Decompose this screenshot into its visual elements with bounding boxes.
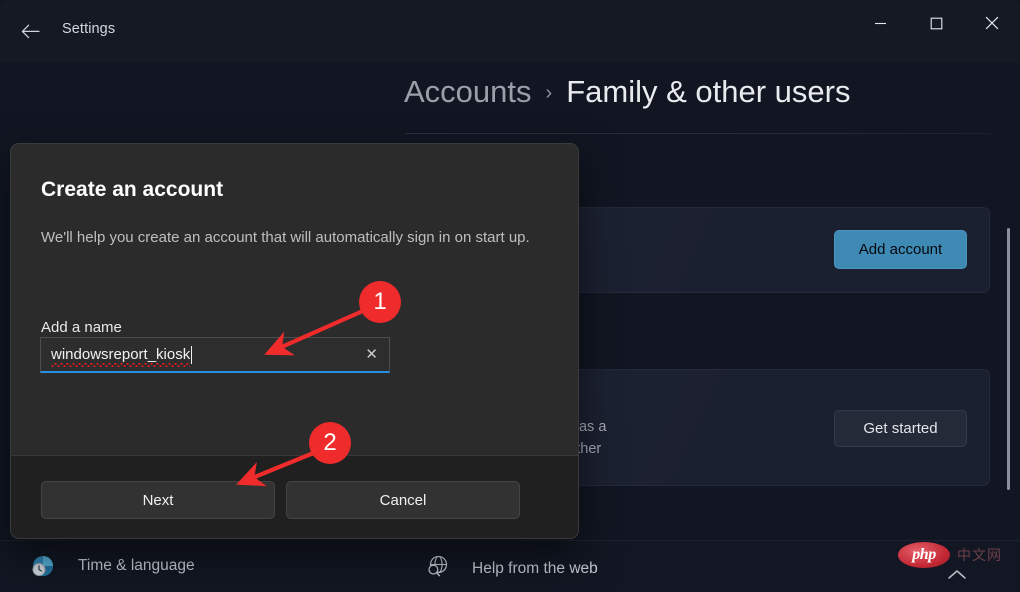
maximize-button[interactable] (908, 0, 964, 46)
time-language-item[interactable]: Time & language (30, 553, 195, 579)
page-title: Family & other users (566, 74, 851, 109)
spellcheck-underline (51, 363, 191, 367)
scrollbar[interactable] (1004, 150, 1014, 550)
text-caret (191, 345, 193, 364)
clock-globe-icon (30, 553, 56, 579)
title-bar: Settings (0, 0, 1020, 62)
settings-window: Settings Accounts › Family & other users… (0, 0, 1020, 592)
close-icon (985, 16, 999, 30)
chevron-right-icon: › (545, 82, 553, 104)
php-watermark: php 中文网 (898, 542, 1002, 568)
help-from-web-label: Help from the web (472, 559, 598, 577)
chevron-up-icon[interactable] (946, 568, 968, 586)
minimize-icon (874, 17, 887, 30)
minimize-button[interactable] (852, 0, 908, 46)
dialog-body: Create an account We'll help you create … (11, 144, 578, 457)
time-language-label: Time & language (78, 557, 195, 574)
close-button[interactable] (964, 0, 1020, 46)
header-divider (405, 133, 990, 134)
back-arrow-icon (21, 24, 40, 39)
globe-search-icon (424, 553, 450, 584)
dialog-title: Create an account (41, 178, 224, 201)
bottom-bar: Time & language Help from the web php 中文… (0, 540, 1020, 592)
dialog-footer: Next Cancel (11, 455, 578, 538)
get-started-button[interactable]: Get started (834, 410, 967, 447)
php-watermark-cn: 中文网 (957, 547, 1002, 563)
back-button[interactable] (12, 14, 48, 48)
add-account-button[interactable]: Add account (834, 230, 967, 269)
window-controls (852, 0, 1020, 46)
name-input-text: windowsreport_kiosk (51, 346, 191, 363)
php-logo: php (898, 542, 950, 568)
clear-input-icon[interactable]: ✕ (365, 347, 378, 362)
help-from-web-item[interactable]: Help from the web (424, 553, 598, 584)
name-field-label: Add a name (41, 319, 122, 336)
breadcrumb-accounts[interactable]: Accounts (404, 74, 532, 110)
next-button[interactable]: Next (41, 481, 275, 519)
dialog-subtitle: We'll help you create an account that wi… (41, 229, 530, 246)
app-title: Settings (62, 21, 116, 37)
scrollbar-thumb[interactable] (1007, 228, 1010, 490)
cancel-button[interactable]: Cancel (286, 481, 520, 519)
breadcrumb: Accounts › Family & other users (404, 74, 850, 110)
name-input[interactable]: windowsreport_kiosk ✕ (40, 337, 390, 373)
name-input-value: windowsreport_kiosk (51, 346, 191, 367)
maximize-icon (930, 17, 943, 30)
